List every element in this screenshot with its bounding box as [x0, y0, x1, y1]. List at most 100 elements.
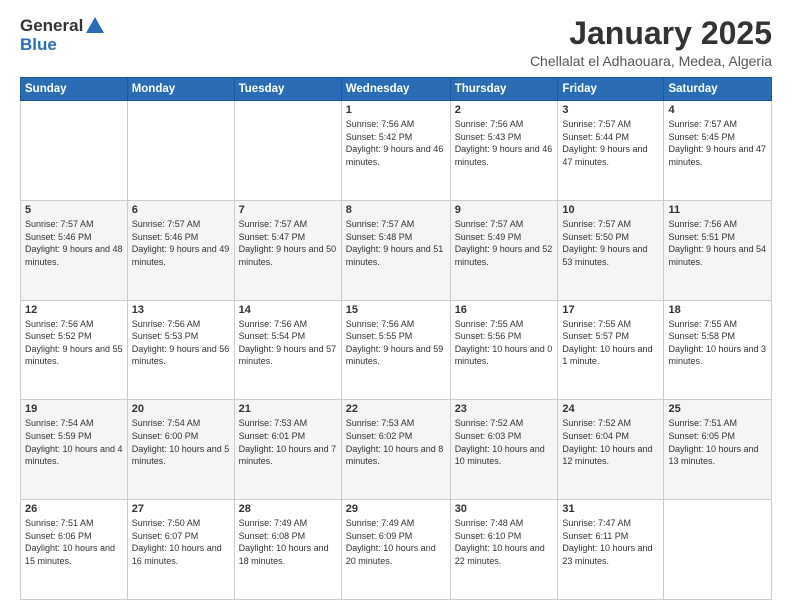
day-header-sunday: Sunday — [21, 78, 128, 101]
calendar-cell: 6 Sunrise: 7:57 AM Sunset: 5:46 PM Daylig… — [127, 200, 234, 300]
day-number: 12 — [25, 304, 123, 316]
logo-blue-text: Blue — [20, 35, 106, 55]
day-info: Sunrise: 7:55 AM Sunset: 5:56 PM Dayligh… — [455, 318, 554, 368]
day-number: 11 — [668, 204, 767, 216]
day-info: Sunrise: 7:57 AM Sunset: 5:50 PM Dayligh… — [562, 218, 659, 268]
day-number: 3 — [562, 104, 659, 116]
day-info: Sunrise: 7:56 AM Sunset: 5:55 PM Dayligh… — [346, 318, 446, 368]
calendar-cell: 21 Sunrise: 7:53 AM Sunset: 6:01 PM Dayli… — [234, 400, 341, 500]
day-header-thursday: Thursday — [450, 78, 558, 101]
header: General Blue January 2025 Chellalat el A… — [20, 16, 772, 69]
week-row-2: 5Sunrise: 7:57 AM Sunset: 5:46 PM Daylig… — [21, 200, 772, 300]
day-number: 29 — [346, 503, 446, 515]
day-info: Sunrise: 7:57 AM Sunset: 5:46 PM Dayligh… — [25, 218, 123, 268]
calendar-cell: 15 Sunrise: 7:56 AM Sunset: 5:55 PM Dayli… — [341, 300, 450, 400]
day-info: Sunrise: 7:57 AM Sunset: 5:49 PM Dayligh… — [455, 218, 554, 268]
calendar-cell: 10 Sunrise: 7:57 AM Sunset: 5:50 PM Dayli… — [558, 200, 664, 300]
day-number: 25 — [668, 403, 767, 415]
day-number: 20 — [132, 403, 230, 415]
day-number: 14 — [239, 304, 337, 316]
day-header-monday: Monday — [127, 78, 234, 101]
calendar-header: SundayMondayTuesdayWednesdayThursdayFrid… — [21, 78, 772, 101]
day-number: 8 — [346, 204, 446, 216]
day-info: Sunrise: 7:53 AM Sunset: 6:02 PM Dayligh… — [346, 417, 446, 467]
calendar-cell: 16 Sunrise: 7:55 AM Sunset: 5:56 PM Dayli… — [450, 300, 558, 400]
calendar-cell: 22 Sunrise: 7:53 AM Sunset: 6:02 PM Dayli… — [341, 400, 450, 500]
calendar-cell: 23 Sunrise: 7:52 AM Sunset: 6:03 PM Dayli… — [450, 400, 558, 500]
day-header-wednesday: Wednesday — [341, 78, 450, 101]
day-number: 24 — [562, 403, 659, 415]
day-info: Sunrise: 7:53 AM Sunset: 6:01 PM Dayligh… — [239, 417, 337, 467]
calendar-body: 1 Sunrise: 7:56 AM Sunset: 5:42 PM Daylig… — [21, 101, 772, 600]
logo-icon — [84, 15, 106, 37]
day-info: Sunrise: 7:56 AM Sunset: 5:52 PM Dayligh… — [25, 318, 123, 368]
day-info: Sunrise: 7:56 AM Sunset: 5:42 PM Dayligh… — [346, 118, 446, 168]
calendar-cell: 28 Sunrise: 7:49 AM Sunset: 6:08 PM Dayli… — [234, 500, 341, 600]
day-number: 17 — [562, 304, 659, 316]
calendar-cell: 18Sunrise: 7:55 AM Sunset: 5:58 PM Dayli… — [664, 300, 772, 400]
calendar-cell: 20Sunrise: 7:54 AM Sunset: 6:00 PM Dayli… — [127, 400, 234, 500]
day-number: 16 — [455, 304, 554, 316]
location-title: Chellalat el Adhaouara, Medea, Algeria — [530, 53, 772, 69]
day-info: Sunrise: 7:57 AM Sunset: 5:48 PM Dayligh… — [346, 218, 446, 268]
day-number: 2 — [455, 104, 554, 116]
day-number: 7 — [239, 204, 337, 216]
day-info: Sunrise: 7:49 AM Sunset: 6:08 PM Dayligh… — [239, 517, 337, 567]
day-number: 26 — [25, 503, 123, 515]
calendar-cell: 1 Sunrise: 7:56 AM Sunset: 5:42 PM Daylig… — [341, 101, 450, 201]
calendar-cell: 11 Sunrise: 7:56 AM Sunset: 5:51 PM Dayli… — [664, 200, 772, 300]
day-info: Sunrise: 7:48 AM Sunset: 6:10 PM Dayligh… — [455, 517, 554, 567]
day-info: Sunrise: 7:56 AM Sunset: 5:43 PM Dayligh… — [455, 118, 554, 168]
day-info: Sunrise: 7:50 AM Sunset: 6:07 PM Dayligh… — [132, 517, 230, 567]
calendar-cell: 8 Sunrise: 7:57 AM Sunset: 5:48 PM Daylig… — [341, 200, 450, 300]
day-number: 22 — [346, 403, 446, 415]
day-info: Sunrise: 7:56 AM Sunset: 5:51 PM Dayligh… — [668, 218, 767, 268]
calendar-cell: 2 Sunrise: 7:56 AM Sunset: 5:43 PM Daylig… — [450, 101, 558, 201]
day-info: Sunrise: 7:57 AM Sunset: 5:47 PM Dayligh… — [239, 218, 337, 268]
day-number: 23 — [455, 403, 554, 415]
day-number: 10 — [562, 204, 659, 216]
calendar-cell: 12 Sunrise: 7:56 AM Sunset: 5:52 PM Dayli… — [21, 300, 128, 400]
calendar-cell: 26 Sunrise: 7:51 AM Sunset: 6:06 PM Dayli… — [21, 500, 128, 600]
calendar-cell — [664, 500, 772, 600]
week-row-5: 26 Sunrise: 7:51 AM Sunset: 6:06 PM Dayli… — [21, 500, 772, 600]
title-block: January 2025 Chellalat el Adhaouara, Med… — [530, 16, 772, 69]
calendar-cell: 25 Sunrise: 7:51 AM Sunset: 6:05 PM Dayli… — [664, 400, 772, 500]
day-number: 1 — [346, 104, 446, 116]
day-info: Sunrise: 7:57 AM Sunset: 5:46 PM Dayligh… — [132, 218, 230, 268]
calendar-cell: 7 Sunrise: 7:57 AM Sunset: 5:47 PM Daylig… — [234, 200, 341, 300]
calendar-cell: 14Sunrise: 7:56 AM Sunset: 5:54 PM Dayli… — [234, 300, 341, 400]
calendar-cell — [234, 101, 341, 201]
day-info: Sunrise: 7:57 AM Sunset: 5:44 PM Dayligh… — [562, 118, 659, 168]
day-number: 6 — [132, 204, 230, 216]
day-info: Sunrise: 7:52 AM Sunset: 6:04 PM Dayligh… — [562, 417, 659, 467]
day-info: Sunrise: 7:56 AM Sunset: 5:53 PM Dayligh… — [132, 318, 230, 368]
day-number: 21 — [239, 403, 337, 415]
day-info: Sunrise: 7:51 AM Sunset: 6:06 PM Dayligh… — [25, 517, 123, 567]
day-header-tuesday: Tuesday — [234, 78, 341, 101]
calendar-cell: 24 Sunrise: 7:52 AM Sunset: 6:04 PM Dayli… — [558, 400, 664, 500]
calendar-cell: 27Sunrise: 7:50 AM Sunset: 6:07 PM Dayli… — [127, 500, 234, 600]
calendar-cell — [127, 101, 234, 201]
calendar-cell: 4Sunrise: 7:57 AM Sunset: 5:45 PM Daylig… — [664, 101, 772, 201]
day-header-friday: Friday — [558, 78, 664, 101]
month-title: January 2025 — [530, 16, 772, 51]
day-number: 28 — [239, 503, 337, 515]
day-header-saturday: Saturday — [664, 78, 772, 101]
day-number: 31 — [562, 503, 659, 515]
week-row-3: 12 Sunrise: 7:56 AM Sunset: 5:52 PM Dayli… — [21, 300, 772, 400]
day-number: 15 — [346, 304, 446, 316]
page: General Blue January 2025 Chellalat el A… — [0, 0, 792, 612]
day-info: Sunrise: 7:52 AM Sunset: 6:03 PM Dayligh… — [455, 417, 554, 467]
day-number: 13 — [132, 304, 230, 316]
calendar-cell: 19Sunrise: 7:54 AM Sunset: 5:59 PM Dayli… — [21, 400, 128, 500]
header-row: SundayMondayTuesdayWednesdayThursdayFrid… — [21, 78, 772, 101]
calendar-cell: 17Sunrise: 7:55 AM Sunset: 5:57 PM Dayli… — [558, 300, 664, 400]
day-info: Sunrise: 7:51 AM Sunset: 6:05 PM Dayligh… — [668, 417, 767, 467]
day-info: Sunrise: 7:54 AM Sunset: 5:59 PM Dayligh… — [25, 417, 123, 467]
calendar-cell: 5Sunrise: 7:57 AM Sunset: 5:46 PM Daylig… — [21, 200, 128, 300]
logo-text: General — [20, 16, 106, 37]
week-row-1: 1 Sunrise: 7:56 AM Sunset: 5:42 PM Daylig… — [21, 101, 772, 201]
day-number: 9 — [455, 204, 554, 216]
logo: General Blue — [20, 16, 106, 54]
